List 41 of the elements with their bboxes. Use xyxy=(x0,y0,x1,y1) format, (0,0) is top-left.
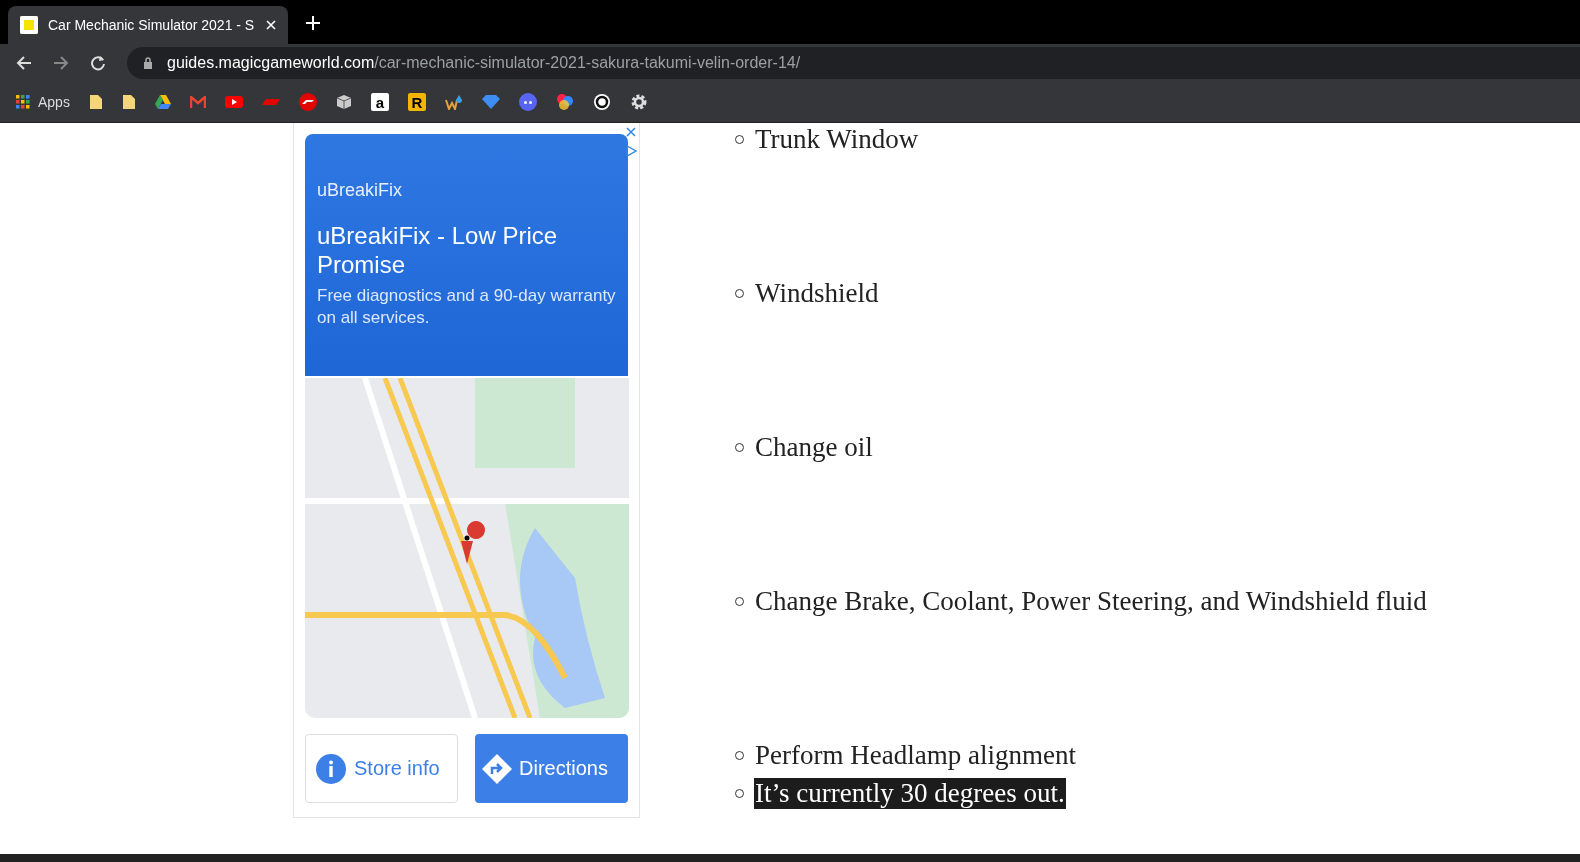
list-item-text: Perform Headlamp alignment xyxy=(754,739,1077,771)
info-icon xyxy=(316,753,346,784)
directions-icon xyxy=(481,752,513,785)
mail-icon[interactable] xyxy=(189,96,206,108)
back-icon[interactable] xyxy=(16,55,32,71)
stripe-icon[interactable] xyxy=(261,99,280,105)
store-info-button[interactable]: Store info xyxy=(305,734,458,803)
list-item-text: Trunk Window xyxy=(754,123,920,155)
lock-icon xyxy=(143,57,153,69)
list-item-text: It’s currently 30 degrees out. xyxy=(754,777,1066,809)
letter-logo[interactable]: R xyxy=(407,93,426,111)
list-item-text: Change oil xyxy=(754,431,874,463)
directions-button[interactable]: Directions xyxy=(475,734,628,803)
ad-choices-icon[interactable] xyxy=(625,145,637,157)
ad-headline: uBreakiFix - Low Price Promise xyxy=(317,221,559,279)
apps-shortcut[interactable]: Apps xyxy=(16,94,70,110)
folder-icon[interactable] xyxy=(88,94,103,110)
apps-grid-icon xyxy=(16,95,30,109)
ring-icon[interactable] xyxy=(592,93,611,111)
ad-description: Free diagnostics and a 90-day warranty on all services. xyxy=(317,285,616,329)
folder-icon[interactable] xyxy=(121,94,136,110)
advertiser-name: uBreakiFix xyxy=(317,180,404,201)
racing-logo-icon[interactable] xyxy=(298,93,317,111)
play-icon[interactable] xyxy=(224,96,243,108)
forward-icon[interactable] xyxy=(53,55,69,71)
reload-icon[interactable] xyxy=(90,55,106,71)
browser-tab[interactable]: Car Mechanic Simulator 2021 - S xyxy=(8,6,288,44)
settings-icon[interactable] xyxy=(629,93,648,111)
letter-logo[interactable]: a xyxy=(370,93,389,111)
address-field[interactable]: guides.magicgameworld.com/car-mechanic-simulator-2021-sakura-takumi-velin-order-14/ xyxy=(127,47,1580,79)
triangle-logo-icon[interactable] xyxy=(154,95,171,109)
cube-icon[interactable] xyxy=(335,94,352,110)
drop-logo-icon[interactable] xyxy=(444,94,463,110)
new-tab-icon[interactable] xyxy=(306,16,320,30)
list-item-text: Change Brake, Coolant, Power Steering, and Windshield fluid xyxy=(754,585,1428,617)
list-item-text: Windshield xyxy=(754,277,880,309)
chat-logo-icon[interactable] xyxy=(518,93,537,111)
ad-banner[interactable]: uBreakiFix uBreakiFix - Low Price Promise Free diagnostics and a 90-day warranty on all services. xyxy=(305,134,628,376)
gem-icon[interactable] xyxy=(481,95,500,109)
colorful-logo-icon[interactable] xyxy=(555,93,574,111)
site-favicon-icon xyxy=(20,16,38,34)
